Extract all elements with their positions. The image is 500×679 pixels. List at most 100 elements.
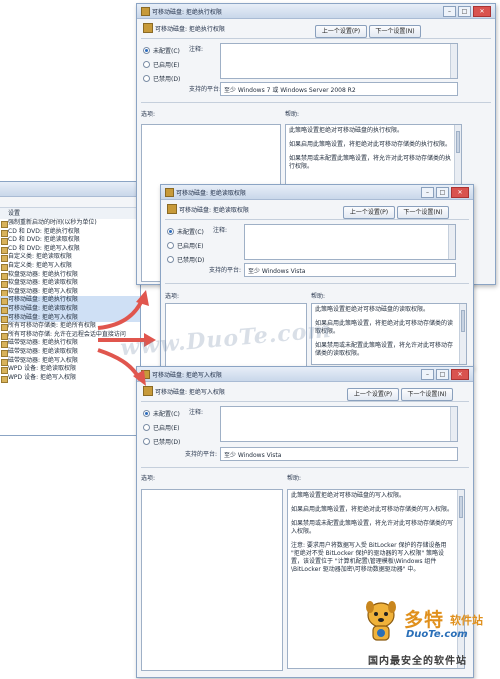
policy-icon (165, 188, 174, 197)
next-setting-button[interactable]: 下一个设置(N) (397, 206, 449, 219)
options-label: 选项: (141, 111, 156, 118)
supported-platform-field: 至少 Windows Vista (244, 263, 456, 277)
list-item[interactable]: 磁带驱动器: 拒绝写入权限 (0, 357, 140, 366)
help-text: 此策略设置拒绝对可移动磁盘的执行权限。 (289, 127, 404, 134)
minimize-button[interactable]: – (443, 6, 456, 17)
list-item[interactable]: 软盘驱动器: 拒绝读取权限 (0, 279, 140, 289)
help-pane: 此策略设置拒绝对可移动磁盘的读取权限。 如果启用此策略设置，将拒绝对此可移动存储… (311, 303, 467, 365)
policy-icon (143, 386, 153, 396)
maximize-button[interactable]: □ (458, 6, 471, 17)
radio-disabled[interactable]: 已禁用(D) (143, 74, 180, 83)
help-text: 如果禁用或未配置此策略设置，将允许对此可移动存储类的执行权限。 (289, 155, 452, 170)
options-label: 选项: (141, 475, 156, 482)
policy-heading: 可移动磁盘: 拒绝读取权限 (179, 207, 249, 214)
radio-disabled[interactable]: 已禁用(D) (143, 437, 180, 446)
mascot-icon (366, 601, 396, 641)
logo-url: DuoTe.com (406, 629, 468, 640)
supported-label: 支持的平台: (189, 86, 222, 93)
policy-setting-icon (1, 375, 8, 383)
list-item-label: 自定义类: 拒绝写入权限 (8, 261, 72, 269)
close-button[interactable]: ✕ (473, 6, 491, 17)
list-item-label: 自定义类: 拒绝读取权限 (8, 253, 72, 261)
list-item-label: CD 和 DVD: 拒绝写入权限 (8, 244, 80, 252)
logo-sub-text: 软件站 (450, 614, 483, 627)
close-button[interactable]: ✕ (451, 187, 469, 198)
prev-setting-button[interactable]: 上一个设置(P) (315, 25, 367, 38)
radio-enabled[interactable]: 已启用(E) (143, 60, 179, 69)
list-item[interactable]: 可移动磁盘: 拒绝执行权限 (0, 296, 140, 306)
list-item-label: WPD 设备: 拒绝写入权限 (8, 373, 77, 381)
list-item-label: 所有可移动存储: 允许在远程会话中直接访问 (8, 330, 126, 338)
radio-enabled[interactable]: 已启用(E) (167, 241, 203, 250)
list-item[interactable]: 强制重新启动的时间(以秒为单位) (0, 219, 140, 228)
radio-dot (143, 438, 150, 445)
list-item[interactable]: 磁带驱动器: 拒绝读取权限 (0, 348, 140, 357)
comment-label: 注释: (213, 227, 228, 234)
policy-icon (167, 204, 177, 214)
supported-platform-value: 至少 Windows Vista (248, 268, 306, 275)
list-item-label: 磁带驱动器: 拒绝写入权限 (8, 356, 78, 364)
radio-enabled[interactable]: 已启用(E) (143, 423, 179, 432)
logo-main-text: 多特 (404, 609, 445, 631)
prev-setting-button[interactable]: 上一个设置(P) (343, 206, 395, 219)
list-item[interactable]: WPD 设备: 拒绝写入权限 (0, 374, 140, 383)
comment-textarea[interactable] (220, 43, 458, 79)
radio-dot (143, 61, 150, 68)
prev-setting-button[interactable]: 上一个设置(P) (347, 388, 399, 401)
radio-not-configured[interactable]: 未配置(C) (143, 409, 180, 418)
comment-textarea[interactable] (244, 224, 456, 260)
radio-not-configured[interactable]: 未配置(C) (143, 46, 180, 55)
list-item[interactable]: 自定义类: 拒绝写入权限 (0, 262, 140, 271)
help-text: 此策略设置拒绝对可移动磁盘的读取权限。 (315, 306, 430, 313)
list-item[interactable]: 自定义类: 拒绝读取权限 (0, 253, 140, 263)
window-title: 可移动磁盘: 拒绝执行权限 (152, 9, 222, 16)
options-pane (141, 489, 283, 671)
list-item[interactable]: CD 和 DVD: 拒绝读取权限 (0, 236, 140, 246)
list-item-label: 可移动磁盘: 拒绝执行权限 (8, 296, 78, 304)
next-setting-button[interactable]: 下一个设置(N) (401, 388, 453, 401)
radio-dot (143, 47, 150, 54)
radio-not-configured[interactable]: 未配置(C) (167, 227, 204, 236)
policy-heading: 可移动磁盘: 拒绝写入权限 (155, 389, 225, 396)
list-item-label: 软盘驱动器: 拒绝读取权限 (8, 279, 78, 287)
close-button[interactable]: ✕ (451, 369, 469, 380)
supported-label: 支持的平台: (209, 267, 242, 274)
window-title: 可移动磁盘: 拒绝读取权限 (176, 190, 246, 197)
maximize-button[interactable]: □ (436, 187, 449, 198)
list-item-label: 可移动磁盘: 拒绝写入权限 (8, 313, 78, 321)
comment-label: 注释: (189, 46, 204, 53)
titlebar: 可移动磁盘: 拒绝执行权限 – □ ✕ (137, 4, 495, 19)
help-text: 如果启用此策略设置，将拒绝对此可移动存储类的执行权限。 (289, 141, 452, 148)
next-setting-button[interactable]: 下一个设置(N) (369, 25, 421, 38)
comment-label: 注释: (189, 409, 204, 416)
help-text: 如果禁用或未配置此策略设置，将允许对此可移动存储类的读取权限。 (315, 342, 454, 357)
list-subbar (0, 197, 140, 208)
supported-label: 支持的平台: (185, 451, 218, 458)
duote-logo: 多特 软件站 DuoTe.com 国内最安全的软件站 (362, 597, 498, 675)
list-item-label: 强制重新启动的时间(以秒为单位) (8, 219, 97, 226)
maximize-button[interactable]: □ (436, 369, 449, 380)
list-item[interactable]: 所有可移动存储类: 拒绝所有权限 (0, 322, 140, 332)
list-item[interactable]: WPD 设备: 拒绝读取权限 (0, 365, 140, 375)
list-item[interactable]: 可移动磁盘: 拒绝写入权限 (0, 313, 140, 323)
radio-dot (167, 242, 174, 249)
radio-disabled[interactable]: 已禁用(D) (167, 255, 204, 264)
list-item[interactable]: 软盘驱动器: 拒绝执行权限 (0, 271, 140, 280)
minimize-button[interactable]: – (421, 369, 434, 380)
minimize-button[interactable]: – (421, 187, 434, 198)
settings-list: 强制重新启动的时间(以秒为单位) CD 和 DVD: 拒绝执行权限 CD 和 DVD… (0, 219, 140, 435)
help-text: 注意: 要求用户将数据写入受 BitLocker 保护的存储设备用 "拒绝对不受… (291, 542, 447, 573)
policy-heading: 可移动磁盘: 拒绝执行权限 (155, 26, 225, 33)
list-item[interactable]: 可移动磁盘: 拒绝读取权限 (0, 304, 140, 314)
logo-tagline: 国内最安全的软件站 (368, 656, 467, 667)
list-item-label: CD 和 DVD: 拒绝执行权限 (8, 227, 80, 235)
help-text: 如果启用此策略设置，将拒绝对此可移动存储类的写入权限。 (291, 506, 454, 513)
list-item-label: 软盘驱动器: 拒绝执行权限 (8, 270, 78, 278)
options-label: 选项: (165, 293, 180, 300)
supported-platform-value: 至少 Windows 7 或 Windows Server 2008 R2 (224, 87, 356, 94)
help-label: 帮助: (285, 111, 300, 118)
comment-textarea[interactable] (220, 406, 458, 442)
list-item-label: 所有可移动存储类: 拒绝所有权限 (8, 322, 96, 330)
help-label: 帮助: (311, 293, 326, 300)
list-item[interactable]: CD 和 DVD: 拒绝执行权限 (0, 228, 140, 237)
